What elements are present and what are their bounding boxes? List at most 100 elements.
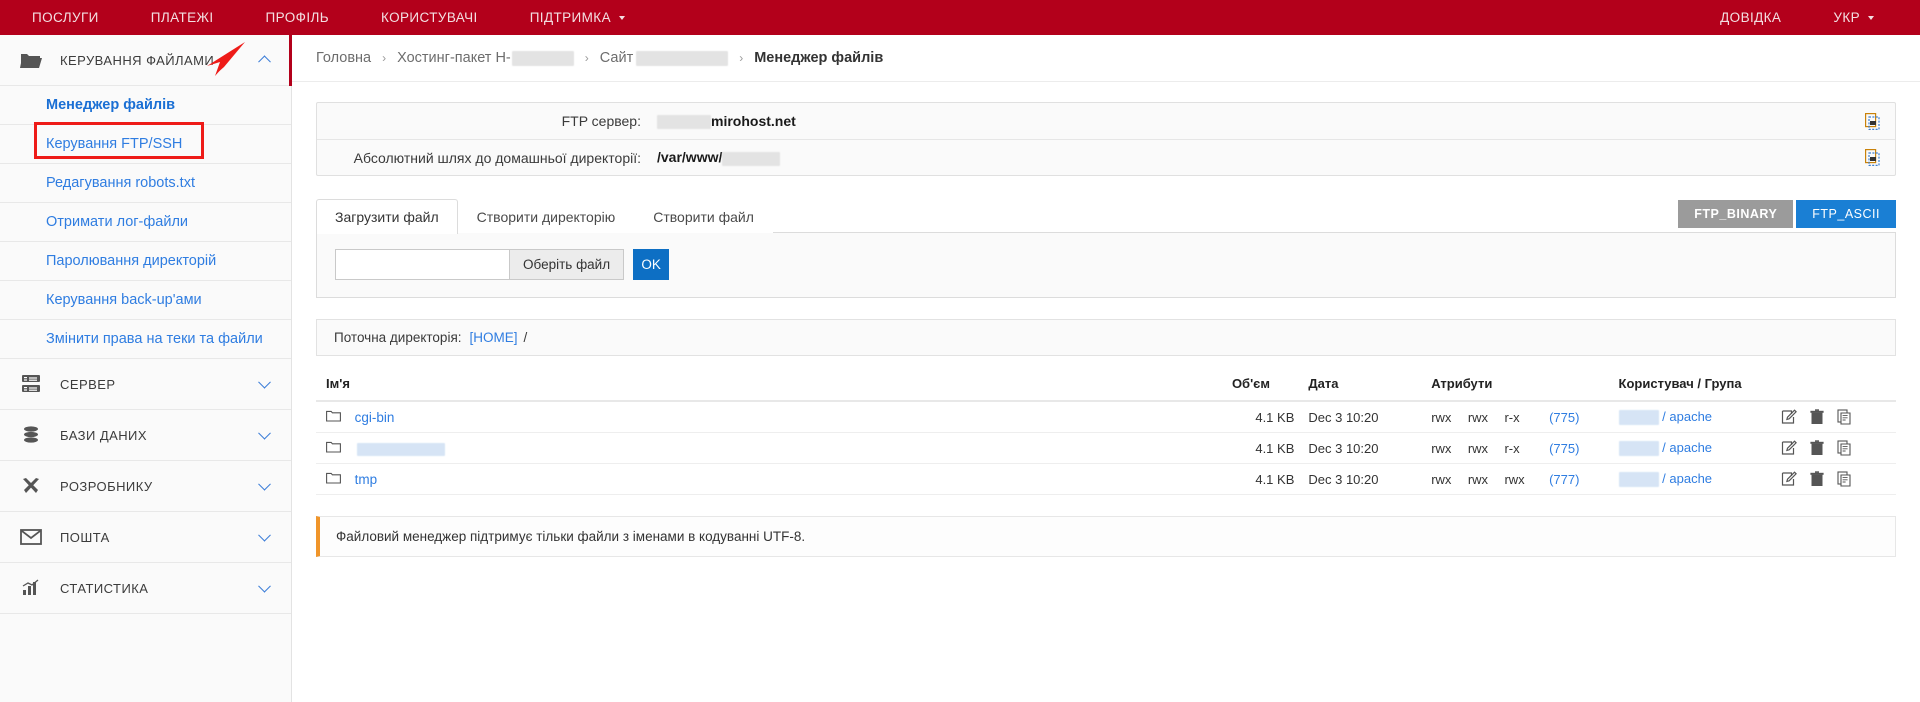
folder-icon xyxy=(326,410,341,425)
sidebar-group-mail[interactable]: ПОШТА xyxy=(0,512,291,563)
breadcrumb-site[interactable]: Сайт xyxy=(600,50,729,66)
top-nav-right: ДОВІДКА УКР xyxy=(1694,0,1920,35)
header-name[interactable]: Ім'я xyxy=(316,376,1232,402)
copy-icon[interactable] xyxy=(1837,471,1852,487)
sidebar-group-label: СТАТИСТИКА xyxy=(60,580,149,596)
copy-icon[interactable] xyxy=(1849,112,1895,130)
folder-icon xyxy=(16,49,46,71)
file-actions-cell xyxy=(1781,432,1896,465)
upload-ok-button[interactable]: OK xyxy=(633,249,670,280)
top-nav-item-payments[interactable]: ПЛАТЕЖІ xyxy=(125,0,240,35)
top-nav-item-help[interactable]: ДОВІДКА xyxy=(1694,0,1807,35)
file-name-link[interactable]: cgi-bin xyxy=(355,410,395,425)
perm-octal-link[interactable]: (775) xyxy=(1549,410,1579,425)
row-actions xyxy=(1781,471,1896,487)
home-directory-row: Абсолютний шлях до домашньої директорії:… xyxy=(317,139,1895,175)
sidebar-item-label: Керування back-up'ами xyxy=(46,292,202,308)
breadcrumb-current: Менеджер файлів xyxy=(754,50,884,66)
breadcrumb-home[interactable]: Головна xyxy=(316,50,371,66)
redacted-hosting-id xyxy=(511,50,574,66)
table-row[interactable]: cgi-bin 4.1 KB Dec 3 10:20 rwx rwx r-x (… xyxy=(316,401,1896,434)
header-date[interactable]: Дата xyxy=(1294,376,1418,402)
breadcrumb-hosting-package[interactable]: Хостинг-пакет H- xyxy=(397,50,574,66)
sidebar-item-dir-password[interactable]: Паролювання директорій xyxy=(0,242,291,281)
home-directory-value: /var/www/ xyxy=(657,149,1849,166)
file-name-cell: cgi-bin xyxy=(316,401,1232,434)
edit-icon[interactable] xyxy=(1781,471,1798,487)
table-row[interactable]: 4.1 KB Dec 3 10:20 rwx rwx r-x (775) / a… xyxy=(316,432,1896,465)
tab-upload-file[interactable]: Загрузити файл xyxy=(316,199,458,234)
sidebar-item-ftp-ssh[interactable]: Керування FTP/SSH xyxy=(0,125,291,164)
action-tabs: Загрузити файл Створити директорію Створ… xyxy=(316,198,773,234)
top-nav-item-services[interactable]: ПОСЛУГИ xyxy=(6,0,125,35)
notice-text: Файловий менеджер підтримує тільки файли… xyxy=(336,529,806,545)
delete-icon[interactable] xyxy=(1810,409,1825,425)
folder-icon xyxy=(326,472,341,487)
sidebar-group-server[interactable]: СЕРВЕР xyxy=(0,359,291,410)
sidebar-group-label: КЕРУВАННЯ ФАЙЛАМИ xyxy=(60,52,215,68)
sidebar-item-log-files[interactable]: Отримати лог-файли xyxy=(0,203,291,242)
chart-icon xyxy=(16,577,46,599)
ftp-ascii-button[interactable]: FTP_ASCII xyxy=(1796,200,1896,228)
connection-info-panel: FTP сервер: mirohost.net Абсолютний шлях… xyxy=(316,102,1896,176)
edit-icon[interactable] xyxy=(1781,440,1798,456)
header-size[interactable]: Об'єм xyxy=(1231,376,1295,402)
delete-icon[interactable] xyxy=(1810,440,1825,456)
tab-create-directory[interactable]: Створити директорію xyxy=(458,199,635,234)
breadcrumb-separator: › xyxy=(739,51,744,65)
folder-icon xyxy=(326,441,341,456)
edit-icon[interactable] xyxy=(1781,409,1798,425)
top-nav-item-support[interactable]: ПІДТРИМКА xyxy=(504,0,651,35)
copy-icon[interactable] xyxy=(1849,149,1895,166)
sidebar-item-file-manager[interactable]: Менеджер файлів xyxy=(0,86,291,125)
sidebar-group-label: СЕРВЕР xyxy=(60,376,116,392)
table-row[interactable]: tmp 4.1 KB Dec 3 10:20 rwx rwx rwx (777)… xyxy=(316,463,1896,496)
file-actions-cell xyxy=(1781,401,1896,434)
language-selector[interactable]: УКР xyxy=(1807,0,1900,35)
file-name-link[interactable]: tmp xyxy=(355,472,378,487)
file-name-cell xyxy=(316,432,1232,465)
sidebar-item-robots-txt[interactable]: Редагування robots.txt xyxy=(0,164,291,203)
file-size-cell: 4.1 KB xyxy=(1231,432,1295,465)
copy-icon[interactable] xyxy=(1837,440,1852,456)
main-content: Головна › Хостинг-пакет H- › Сайт › Мене… xyxy=(292,35,1920,702)
header-attributes[interactable]: Атрибути xyxy=(1417,376,1605,402)
redacted-owner xyxy=(1618,441,1659,457)
perm-octal-link[interactable]: (775) xyxy=(1549,441,1579,456)
top-nav-item-profile[interactable]: ПРОФІЛЬ xyxy=(240,0,355,35)
copy-icon[interactable] xyxy=(1837,409,1852,425)
tabs-filler xyxy=(772,232,1896,233)
sidebar-item-label: Змінити права на теки та файли xyxy=(46,331,263,347)
ftp-binary-button[interactable]: FTP_BINARY xyxy=(1678,200,1794,228)
home-directory-link[interactable]: [HOME] xyxy=(470,330,518,345)
table-header-row: Ім'я Об'єм Дата Атрибути Користувач / Гр… xyxy=(316,376,1896,402)
sidebar-group-file-management[interactable]: КЕРУВАННЯ ФАЙЛАМИ xyxy=(0,35,292,86)
server-icon xyxy=(16,373,46,395)
tab-create-file[interactable]: Створити файл xyxy=(634,199,773,234)
file-actions-cell xyxy=(1781,463,1896,496)
perm-group: rwx xyxy=(1467,471,1489,487)
owner-group-link[interactable]: / apache xyxy=(1662,409,1712,424)
owner-group-link[interactable]: / apache xyxy=(1662,471,1712,486)
owner-group-link[interactable]: / apache xyxy=(1662,440,1712,455)
perm-group: rwx xyxy=(1467,409,1489,425)
delete-icon[interactable] xyxy=(1810,471,1825,487)
perm-user: rwx xyxy=(1431,471,1452,487)
sidebar-item-backups[interactable]: Керування back-up'ами xyxy=(0,281,291,320)
sidebar-group-statistics[interactable]: СТАТИСТИКА xyxy=(0,563,291,614)
sidebar-group-developer[interactable]: РОЗРОБНИКУ xyxy=(0,461,291,512)
choose-file-button[interactable]: Оберіть файл xyxy=(509,249,625,280)
sidebar-item-permissions[interactable]: Змінити права на теки та файли xyxy=(0,320,291,359)
header-owner-group[interactable]: Користувач / Група xyxy=(1604,376,1782,402)
redacted-owner xyxy=(1618,410,1659,426)
file-size-cell: 4.1 KB xyxy=(1231,463,1295,496)
perm-octal-link[interactable]: (777) xyxy=(1549,472,1579,487)
file-owner-cell: / apache xyxy=(1604,401,1782,434)
file-table-header: Ім'я Об'єм Дата Атрибути Користувач / Гр… xyxy=(316,376,1896,402)
directory-separator: / xyxy=(523,330,528,345)
row-actions xyxy=(1781,440,1896,456)
sidebar-group-databases[interactable]: БАЗИ ДАНИХ xyxy=(0,410,291,461)
top-nav-item-users[interactable]: КОРИСТУВАЧІ xyxy=(355,0,504,35)
perm-group: rwx xyxy=(1467,440,1489,456)
upload-file-input[interactable] xyxy=(335,249,509,280)
